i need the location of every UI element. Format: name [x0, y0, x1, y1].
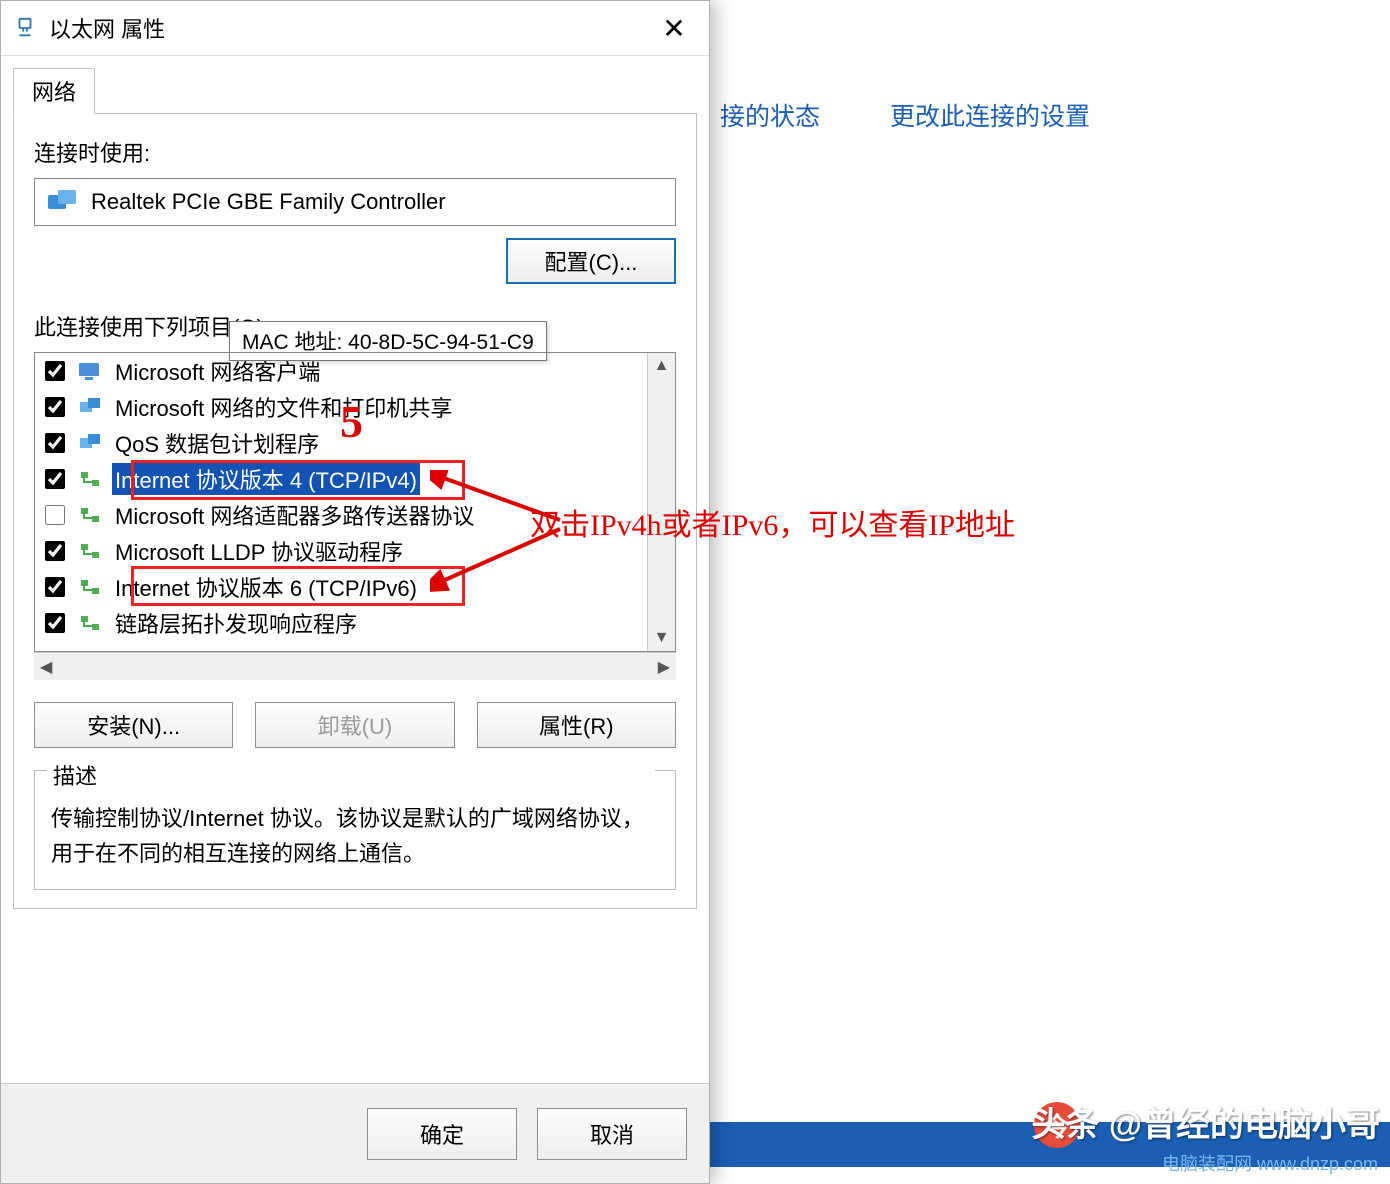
- scroll-down-icon[interactable]: ▼: [654, 629, 670, 647]
- ethernet-properties-dialog: 以太网 属性 ✕ 网络 连接时使用: Realtek PCIe GBE Fami…: [0, 0, 710, 1184]
- connect-using-label: 连接时使用:: [34, 136, 676, 168]
- list-item[interactable]: Internet 协议版本 4 (TCP/IPv4): [35, 461, 647, 497]
- close-button[interactable]: ✕: [649, 8, 699, 48]
- list-item[interactable]: Internet 协议版本 6 (TCP/IPv6): [35, 569, 647, 605]
- bg-link-status[interactable]: 接的状态: [720, 97, 820, 133]
- cancel-button[interactable]: 取消: [537, 1108, 687, 1160]
- monitor-icon: [78, 360, 102, 382]
- annotation-number-5: 5: [340, 395, 363, 448]
- item-checkbox[interactable]: [45, 361, 65, 381]
- tab-network[interactable]: 网络: [13, 68, 95, 114]
- ethernet-icon: [11, 14, 39, 42]
- item-label: Internet 协议版本 4 (TCP/IPv4): [112, 463, 420, 495]
- dialog-footer: 确定 取消: [1, 1083, 709, 1183]
- item-checkbox[interactable]: [45, 505, 65, 525]
- net-icon: [78, 576, 102, 598]
- scroll-right-icon[interactable]: ▶: [658, 657, 670, 677]
- bg-toolbar: 接的状态 更改此连接的设置: [700, 70, 1390, 160]
- item-label: QoS 数据包计划程序: [112, 427, 322, 459]
- adapter-field[interactable]: Realtek PCIe GBE Family Controller: [34, 178, 676, 226]
- list-item[interactable]: Microsoft 网络客户端: [35, 353, 647, 389]
- description-legend: 描述: [47, 759, 655, 791]
- window-title: 以太网 属性: [49, 12, 649, 44]
- item-label: Microsoft 网络的文件和打印机共享: [112, 391, 455, 423]
- bg-link-change[interactable]: 更改此连接的设置: [890, 97, 1090, 133]
- net-icon: [78, 468, 102, 490]
- scroll-left-icon[interactable]: ◀: [40, 657, 52, 677]
- item-label: Microsoft 网络客户端: [112, 355, 323, 387]
- list-item[interactable]: 链路层拓扑发现响应程序: [35, 605, 647, 641]
- item-checkbox[interactable]: [45, 397, 65, 417]
- install-button[interactable]: 安装(N)...: [34, 702, 233, 748]
- adapter-name: Realtek PCIe GBE Family Controller: [91, 189, 446, 215]
- properties-button[interactable]: 属性(R): [477, 702, 676, 748]
- adapter-icon: [47, 189, 77, 215]
- share-icon: [78, 396, 102, 418]
- item-checkbox[interactable]: [45, 577, 65, 597]
- tabstrip: 网络: [1, 56, 709, 114]
- item-label: Microsoft LLDP 协议驱动程序: [112, 535, 406, 567]
- item-checkbox[interactable]: [45, 433, 65, 453]
- watermark-text: 头条 @曾经的电脑小哥: [1031, 1097, 1380, 1146]
- item-action-row: 安装(N)... 卸载(U) 属性(R): [34, 702, 676, 748]
- watermark-site: 电脑装配网 www.dnzp.com: [1162, 1150, 1378, 1176]
- item-label: Internet 协议版本 6 (TCP/IPv6): [112, 571, 420, 603]
- annotation-note: 双击IPv4h或者IPv6，可以查看IP地址: [530, 500, 1015, 544]
- item-checkbox[interactable]: [45, 469, 65, 489]
- titlebar: 以太网 属性 ✕: [1, 1, 709, 56]
- description-group: 描述 传输控制协议/Internet 协议。该协议是默认的广域网络协议，用于在不…: [34, 770, 676, 890]
- item-label: Microsoft 网络适配器多路传送器协议: [112, 499, 477, 531]
- net-icon: [78, 612, 102, 634]
- uninstall-button: 卸载(U): [255, 702, 454, 748]
- description-text: 传输控制协议/Internet 协议。该协议是默认的广域网络协议，用于在不同的相…: [51, 801, 659, 871]
- item-checkbox[interactable]: [45, 613, 65, 633]
- item-checkbox[interactable]: [45, 541, 65, 561]
- scroll-up-icon[interactable]: ▲: [654, 357, 670, 375]
- net-icon: [78, 540, 102, 562]
- ok-button[interactable]: 确定: [367, 1108, 517, 1160]
- horizontal-scrollbar[interactable]: ◀ ▶: [34, 652, 676, 680]
- configure-button[interactable]: 配置(C)...: [506, 238, 676, 284]
- net-icon: [78, 504, 102, 526]
- item-label: 链路层拓扑发现响应程序: [112, 607, 360, 639]
- share-icon: [78, 432, 102, 454]
